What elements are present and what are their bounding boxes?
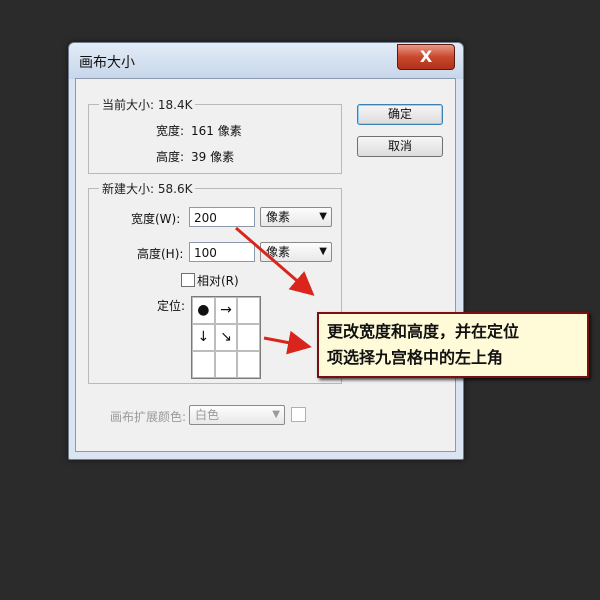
anchor-label: 定位: [157, 299, 186, 313]
anchor-top-right[interactable] [237, 297, 260, 324]
width-unit-select[interactable]: 像素 ▼ [260, 207, 332, 227]
current-width-value: 161 像素 [191, 124, 242, 138]
current-height-value: 39 像素 [191, 150, 235, 164]
extension-color-value: 白色 [195, 408, 220, 422]
annotation-line-1: 更改宽度和高度，并在定位 [327, 322, 520, 341]
height-unit-value: 像素 [266, 245, 291, 259]
chevron-down-icon: ▼ [319, 211, 327, 222]
width-input[interactable]: 200 [189, 207, 255, 227]
anchor-top-left[interactable]: ● [192, 297, 215, 324]
height-unit-select[interactable]: 像素 ▼ [260, 242, 332, 262]
close-icon: X [419, 47, 433, 66]
chevron-down-icon: ▼ [319, 246, 327, 257]
annotation-line-2: 项选择九宫格中的左上角 [327, 348, 504, 367]
anchor-bottom-left[interactable] [192, 351, 215, 378]
anchor-middle-left[interactable]: ↓ [192, 324, 215, 351]
dialog-title: 画布大小 [79, 55, 135, 71]
height-input[interactable]: 100 [189, 242, 255, 262]
close-button[interactable]: X [397, 44, 455, 70]
current-size-legend: 当前大小: 18.4K [99, 96, 196, 113]
height-label: 高度(H): [137, 247, 184, 261]
anchor-bottom-right[interactable] [237, 351, 260, 378]
relative-label: 相对(R) [197, 274, 239, 288]
chevron-down-icon: ▼ [272, 409, 280, 420]
current-height-label: 高度: [156, 150, 185, 164]
current-width-label: 宽度: [156, 124, 185, 138]
relative-checkbox[interactable] [181, 273, 195, 287]
extension-color-swatch[interactable] [291, 407, 306, 422]
ok-button[interactable]: 确定 [357, 104, 443, 125]
anchor-top-center[interactable]: → [214, 297, 238, 324]
width-unit-value: 像素 [266, 210, 291, 224]
cancel-button[interactable]: 取消 [357, 136, 443, 157]
anchor-bottom-center[interactable] [214, 351, 238, 378]
annotation-callout: 更改宽度和高度，并在定位 项选择九宫格中的左上角 [317, 312, 589, 378]
anchor-middle-right[interactable] [237, 324, 260, 351]
title-bar: 画布大小 X [69, 43, 463, 79]
extension-color-label: 画布扩展颜色: [110, 410, 187, 424]
anchor-grid: ● → ↓ ↘ [191, 296, 261, 379]
anchor-middle-center[interactable]: ↘ [214, 324, 238, 351]
new-size-legend: 新建大小: 58.6K [99, 180, 196, 197]
extension-color-select[interactable]: 白色 ▼ [189, 405, 285, 425]
width-label: 宽度(W): [131, 212, 181, 226]
